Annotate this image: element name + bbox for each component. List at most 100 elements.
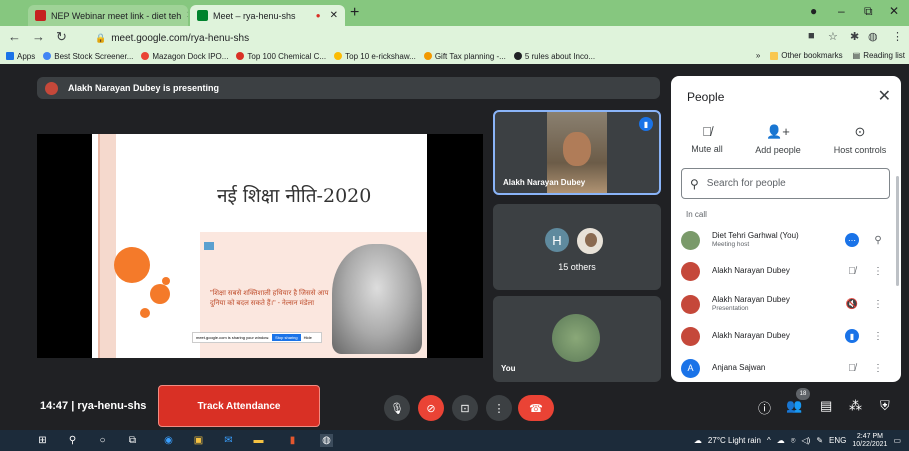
close-icon[interactable]: ✕ [330,10,338,21]
cortana-icon[interactable]: ○ [96,434,109,447]
url-field[interactable]: 🔒 meet.google.com/rya-henu-shs [95,30,845,46]
menu-icon[interactable]: ⋮ [865,299,891,310]
mail-icon[interactable]: ✉ [222,434,235,447]
participant-tile-presenter[interactable]: ▮ Alakh Narayan Dubey [493,110,661,195]
camera-off-button[interactable]: ⊘ [418,395,444,421]
volume-icon[interactable]: ◁) [802,436,811,445]
new-tab-button[interactable]: + [350,4,359,22]
notification-icon[interactable]: ▭ [893,436,901,445]
participant-tile-others[interactable]: H 15 others [493,204,661,290]
close-icon[interactable]: ✕ [186,10,188,21]
avatar [552,314,600,362]
camera-icon[interactable]: ■ [808,30,815,42]
menu-icon[interactable]: ⋮ [865,363,891,374]
recording-dot-icon: ● [315,11,321,20]
other-bookmarks[interactable]: Other bookmarks [770,51,843,60]
cloud-icon: ☁ [776,436,785,445]
office-icon[interactable]: ▮ [286,434,299,447]
avatar[interactable]: ◍ [868,30,878,43]
bookmark-item[interactable]: Gift Tax planning -... [423,52,506,61]
close-window-button[interactable]: ✕ [889,4,899,18]
participant-tile-self[interactable]: You [493,296,661,382]
participant-role: Meeting host [712,240,750,248]
bookmark-apps[interactable]: Apps [6,52,35,61]
slide-decoration-circle [114,247,150,283]
reading-list[interactable]: ▤ Reading list [853,51,905,60]
presentation-audio-off-icon: 🔇 [845,298,859,310]
weather-icon: ☁ [693,436,702,445]
browser-tab-meet[interactable]: Meet – rya-henu-shs ● ✕ [190,5,345,26]
chat-icon[interactable]: ▤ [820,398,832,414]
participant-row[interactable]: Alakh Narayan Dubey Presentation 🔇 ⋮ [681,290,891,318]
pin-icon[interactable]: ⚲ [865,235,891,246]
maximize-button[interactable]: ⧉ [864,4,873,19]
star-icon[interactable]: ☆ [828,30,838,43]
participant-row[interactable]: Alakh Narayan Dubey ▮ ⋮ [681,322,891,350]
forward-icon[interactable]: → [32,29,45,44]
track-attendance-button[interactable]: Track Attendance [158,385,320,427]
microphone-button[interactable]: 🎙 [384,395,410,421]
shared-slide: नई शिक्षा नीति-2020 "शिक्षा सबसे शक्तिशा… [92,134,427,358]
bookmark-favicon-icon [236,52,245,60]
search-placeholder: Search for people [706,178,786,189]
meeting-code: rya-henu-shs [77,400,147,412]
participant-row[interactable]: A Anjana Sajwan 🎙̸ ⋮ [681,354,891,382]
clock[interactable]: 2:47 PM 10/22/2021 [852,433,887,448]
menu-icon[interactable]: ⋮ [865,331,891,342]
slide-quote: "शिक्षा सबसे शक्तिशाली हथियार है जिससे आ… [210,290,329,307]
host-controls-button[interactable]: ⊙ Host controls [829,124,891,155]
menu-icon[interactable]: ⋮ [865,266,891,277]
panel-scrollbar[interactable] [896,176,899,286]
browser-tab-nep-webinar[interactable]: NEP Webinar meet link - diet teh ✕ [28,5,188,26]
bookmarks-overflow-button[interactable]: » [756,51,760,60]
file-explorer-icon[interactable]: ▬ [252,434,265,447]
more-options-button[interactable]: ⋮ [486,395,512,421]
participant-row[interactable]: Diet Tehri Garhwal (You) Meeting host ⋯ ⚲ [681,226,891,254]
mute-all-button[interactable]: 🎙̸ Mute all [687,124,727,154]
avatar [575,226,605,256]
more-options-icon[interactable]: ⋯ [845,233,859,247]
speaking-indicator-icon: ▮ [845,329,859,343]
profile-icon[interactable]: ● [810,4,817,18]
bookmark-item[interactable]: Best Stock Screener... [43,52,133,61]
weather-text[interactable]: 27°C Light rain [708,436,761,445]
menu-icon[interactable]: ⋮ [892,30,903,43]
face [563,132,591,166]
present-button[interactable]: ⊡ [452,395,478,421]
tray-expand-icon[interactable]: ^ [767,436,771,445]
stop-sharing-button[interactable]: Stop sharing [272,334,301,341]
store-icon[interactable]: ▣ [192,434,205,447]
bookmark-item[interactable]: 5 rules about Inco... [513,52,595,61]
hide-button[interactable]: Hide [304,335,312,340]
activities-icon[interactable]: ⁂ [849,398,862,414]
network-icon[interactable]: ⌾ [791,436,796,446]
edge-icon[interactable]: ◉ [162,434,175,447]
search-icon[interactable]: ⚲ [66,434,79,447]
people-search-input[interactable]: ⚲ Search for people [681,168,890,199]
language-indicator[interactable]: ENG [829,436,846,445]
people-icon[interactable]: 👥 [786,398,802,414]
chrome-icon[interactable]: ◍ [320,434,333,447]
add-people-button[interactable]: 👤+ Add people [751,124,805,155]
avatar [681,261,700,281]
leave-call-button[interactable]: ☎ [518,395,554,421]
hang-up-icon: ☎ [529,402,543,415]
close-icon[interactable]: ✕ [878,86,891,106]
avatar: H [545,228,569,252]
back-icon[interactable]: ← [8,29,21,44]
meeting-info-icon[interactable]: ⓘ [758,398,771,417]
reload-icon[interactable]: ↻ [56,29,67,45]
windows-start-icon[interactable]: ⊞ [36,434,49,447]
pen-icon[interactable]: ✎ [816,436,823,445]
avatar [45,81,58,95]
minimize-button[interactable]: – [838,4,845,18]
participant-row[interactable]: Alakh Narayan Dubey 🎙̸ ⋮ [681,257,891,285]
host-controls-icon[interactable]: ⛨ [880,398,890,414]
bookmark-item[interactable]: Mazagon Dock IPO... [141,52,228,61]
task-view-icon[interactable]: ⧉ [126,434,139,447]
bookmark-item[interactable]: Top 100 Chemical C... [236,52,326,61]
bookmark-item[interactable]: Top 10 e-rickshaw... [334,52,416,61]
panel-title: People [687,90,725,104]
extensions-icon[interactable]: ✱ [850,30,859,43]
presenting-banner: Alakh Narayan Dubey is presenting [37,77,660,99]
